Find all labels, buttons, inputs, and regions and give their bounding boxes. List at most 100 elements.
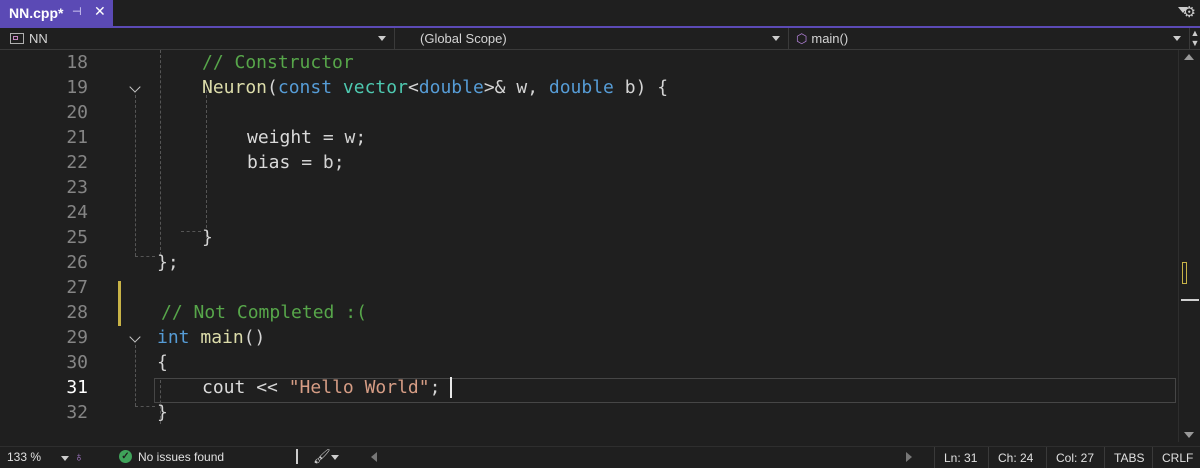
param: w xyxy=(516,77,528,98)
pin-icon[interactable]: ⊣ xyxy=(72,5,82,18)
code-text: } xyxy=(157,400,168,425)
code-line[interactable]: 27 xyxy=(0,275,1178,300)
member-dropdown[interactable]: ⬡ main() xyxy=(790,28,1190,49)
line-number: 23 xyxy=(66,177,88,198)
brace: { xyxy=(157,352,168,373)
comment: // Constructor xyxy=(202,52,354,73)
scroll-down-icon[interactable] xyxy=(1184,432,1194,438)
caret-position-indicator xyxy=(1181,299,1199,301)
code-text: // Not Completed :( xyxy=(161,300,367,325)
scroll-right-icon[interactable] xyxy=(906,452,912,462)
line-indicator[interactable]: Ln: 31 xyxy=(934,447,988,468)
fold-chevron-icon[interactable] xyxy=(129,331,141,343)
scroll-left-icon[interactable] xyxy=(371,452,377,462)
close-icon[interactable]: ✕ xyxy=(94,3,106,20)
zoom-level[interactable]: 133 % xyxy=(7,450,41,464)
code-text: Neuron(const vector<double>& w, double b… xyxy=(202,75,668,100)
char-indicator-text: Ch: 24 xyxy=(998,450,1034,465)
line-indicator-text: Ln: 31 xyxy=(944,450,978,465)
code-text: weight = w; xyxy=(247,125,366,150)
member-var: bias xyxy=(247,152,291,173)
operator: = xyxy=(290,152,323,173)
function-name: main xyxy=(200,327,244,348)
member-var: weight xyxy=(247,127,313,148)
code-text: }; xyxy=(157,250,179,275)
code-line[interactable]: 23 xyxy=(0,175,1178,200)
keyword: double xyxy=(548,77,614,98)
line-number: 19 xyxy=(66,77,88,98)
navigation-bar: NN (Global Scope) ⬡ main() ▲ ▼ xyxy=(0,28,1200,50)
code-line[interactable]: 20 xyxy=(0,100,1178,125)
code-line[interactable]: 29 int main() xyxy=(0,325,1178,350)
brace: } xyxy=(202,227,213,248)
member-name: main() xyxy=(811,31,849,46)
scroll-up-icon[interactable] xyxy=(1184,54,1194,60)
project-dropdown[interactable]: NN xyxy=(0,28,395,49)
operator: = xyxy=(312,127,345,148)
code-line[interactable]: 19 Neuron(const vector<double>& w, doubl… xyxy=(0,75,1178,100)
copilot-icon[interactable]: ♁ xyxy=(74,449,84,464)
code-line[interactable]: 18 // Constructor xyxy=(0,50,1178,75)
dropdown-arrow-icon[interactable] xyxy=(1173,36,1181,41)
line-number: 30 xyxy=(66,352,88,373)
issues-status[interactable]: No issues found xyxy=(138,450,224,464)
punct: < xyxy=(407,77,419,98)
line-number: 29 xyxy=(66,327,88,348)
line-number: 27 xyxy=(66,277,88,298)
indent-mode[interactable]: TABS xyxy=(1104,447,1152,468)
line-number: 22 xyxy=(66,152,88,173)
line-number: 31 xyxy=(66,377,88,398)
code-line[interactable]: 30 { xyxy=(0,350,1178,375)
code-line[interactable]: 22 bias = b; xyxy=(0,150,1178,175)
line-number: 32 xyxy=(66,402,88,423)
char-indicator[interactable]: Ch: 24 xyxy=(988,447,1046,468)
punct: >& xyxy=(483,77,506,98)
comment: // Not Completed :( xyxy=(161,302,367,323)
string-literal: "Hello World" xyxy=(288,377,430,398)
code-line[interactable]: 24 xyxy=(0,200,1178,225)
punct: ; xyxy=(333,152,345,173)
dropdown-arrow-icon[interactable] xyxy=(378,36,386,41)
cube-icon: ⬡ xyxy=(796,30,808,46)
scope-dropdown[interactable]: (Global Scope) xyxy=(396,28,789,49)
split-icon[interactable]: ▲ ▼ xyxy=(1190,28,1200,49)
function-name: Neuron xyxy=(202,77,268,98)
project-name: NN xyxy=(29,31,48,46)
param: w xyxy=(344,127,356,148)
fold-chevron-icon[interactable] xyxy=(129,81,141,93)
dropdown-arrow-icon[interactable] xyxy=(331,455,339,460)
change-indicator xyxy=(1182,262,1187,284)
code-line[interactable]: 25 } xyxy=(0,225,1178,250)
code-text: // Constructor xyxy=(202,50,354,75)
code-line[interactable]: 26 }; xyxy=(0,250,1178,275)
dropdown-arrow-icon[interactable] xyxy=(61,456,69,461)
document-tab-strip: NN.cpp* ⊣ ✕ ⚙ xyxy=(0,0,1200,28)
code-text: { xyxy=(157,350,168,375)
tab-nn-cpp[interactable]: NN.cpp* ⊣ ✕ xyxy=(0,0,113,26)
line-number: 25 xyxy=(66,227,88,248)
column-indicator[interactable]: Col: 27 xyxy=(1046,447,1104,468)
line-ending[interactable]: CRLF xyxy=(1152,447,1200,468)
code-line[interactable]: 21 weight = w; xyxy=(0,125,1178,150)
scope-name: (Global Scope) xyxy=(420,31,507,46)
dropdown-arrow-icon[interactable] xyxy=(772,36,780,41)
brush-icon[interactable]: 🖌 xyxy=(313,448,331,465)
check-circle-icon: ✓ xyxy=(119,450,132,463)
line-number: 18 xyxy=(66,52,88,73)
editor-status-bar: 133 % ♁ ✓ No issues found 🖌 Ln: 31 Ch: 2… xyxy=(0,446,1200,468)
keyword: int xyxy=(157,327,190,348)
code-line[interactable]: 28 // Not Completed :( xyxy=(0,300,1178,325)
gear-icon[interactable]: ⚙ xyxy=(1183,3,1196,21)
code-text: int main() xyxy=(157,325,265,350)
brace: }; xyxy=(157,252,179,273)
divider xyxy=(296,449,298,464)
project-icon xyxy=(10,33,24,44)
code-line[interactable]: 32 } xyxy=(0,400,1178,425)
code-line[interactable]: 31 cout << "Hello World"; xyxy=(0,375,1178,400)
keyword: double xyxy=(418,77,484,98)
code-text: } xyxy=(202,225,213,250)
punct: , xyxy=(527,77,539,98)
vertical-scrollbar[interactable] xyxy=(1178,50,1200,442)
keyword: const xyxy=(277,77,333,98)
code-editor[interactable]: 18 // Constructor 19 Neuron(const vector… xyxy=(0,50,1178,442)
